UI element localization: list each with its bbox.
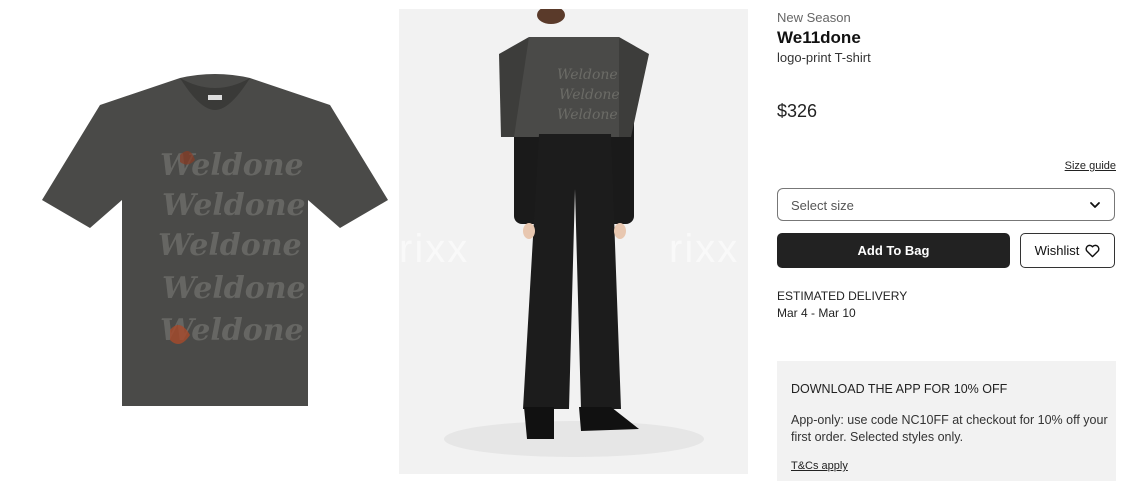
wishlist-button[interactable]: Wishlist bbox=[1020, 233, 1115, 268]
product-image-tshirt[interactable]: Weldone Weldone Weldone Weldone Weldone bbox=[30, 50, 400, 430]
chevron-down-icon bbox=[1090, 202, 1100, 208]
terms-link[interactable]: T&Cs apply bbox=[791, 460, 848, 472]
add-to-bag-button[interactable]: Add To Bag bbox=[777, 233, 1010, 268]
brand-name[interactable]: We11done bbox=[777, 28, 861, 48]
svg-text:Weldone: Weldone bbox=[160, 148, 304, 183]
product-description: logo-print T-shirt bbox=[777, 50, 871, 65]
svg-text:Weldone: Weldone bbox=[557, 67, 618, 83]
new-season-tag: New Season bbox=[777, 10, 851, 25]
product-image-model[interactable]: Weldone Weldone Weldone rixx rixx bbox=[399, 9, 748, 474]
wishlist-label: Wishlist bbox=[1034, 243, 1080, 258]
watermark-left: rixx bbox=[399, 227, 470, 271]
promo-body: App-only: use code NC10FF at checkout fo… bbox=[791, 413, 1108, 444]
svg-text:Weldone: Weldone bbox=[158, 228, 302, 263]
size-select-placeholder: Select size bbox=[791, 198, 854, 213]
svg-text:Weldone: Weldone bbox=[162, 188, 306, 223]
estimated-delivery-label: ESTIMATED DELIVERY bbox=[777, 289, 908, 303]
app-promo-box: DOWNLOAD THE APP FOR 10% OFF App-only: u… bbox=[777, 361, 1116, 481]
promo-title: DOWNLOAD THE APP FOR 10% OFF bbox=[791, 382, 1008, 396]
heart-icon bbox=[1085, 244, 1100, 257]
size-select[interactable]: Select size bbox=[777, 188, 1115, 221]
svg-text:Weldone: Weldone bbox=[557, 107, 618, 123]
add-to-bag-label: Add To Bag bbox=[857, 243, 930, 258]
size-guide-link[interactable]: Size guide bbox=[1065, 160, 1116, 172]
svg-text:Weldone: Weldone bbox=[559, 87, 620, 103]
watermark-right: rixx bbox=[669, 227, 740, 271]
svg-text:Weldone: Weldone bbox=[162, 271, 306, 306]
product-price: $326 bbox=[777, 101, 818, 121]
estimated-delivery-dates: Mar 4 - Mar 10 bbox=[777, 306, 856, 320]
